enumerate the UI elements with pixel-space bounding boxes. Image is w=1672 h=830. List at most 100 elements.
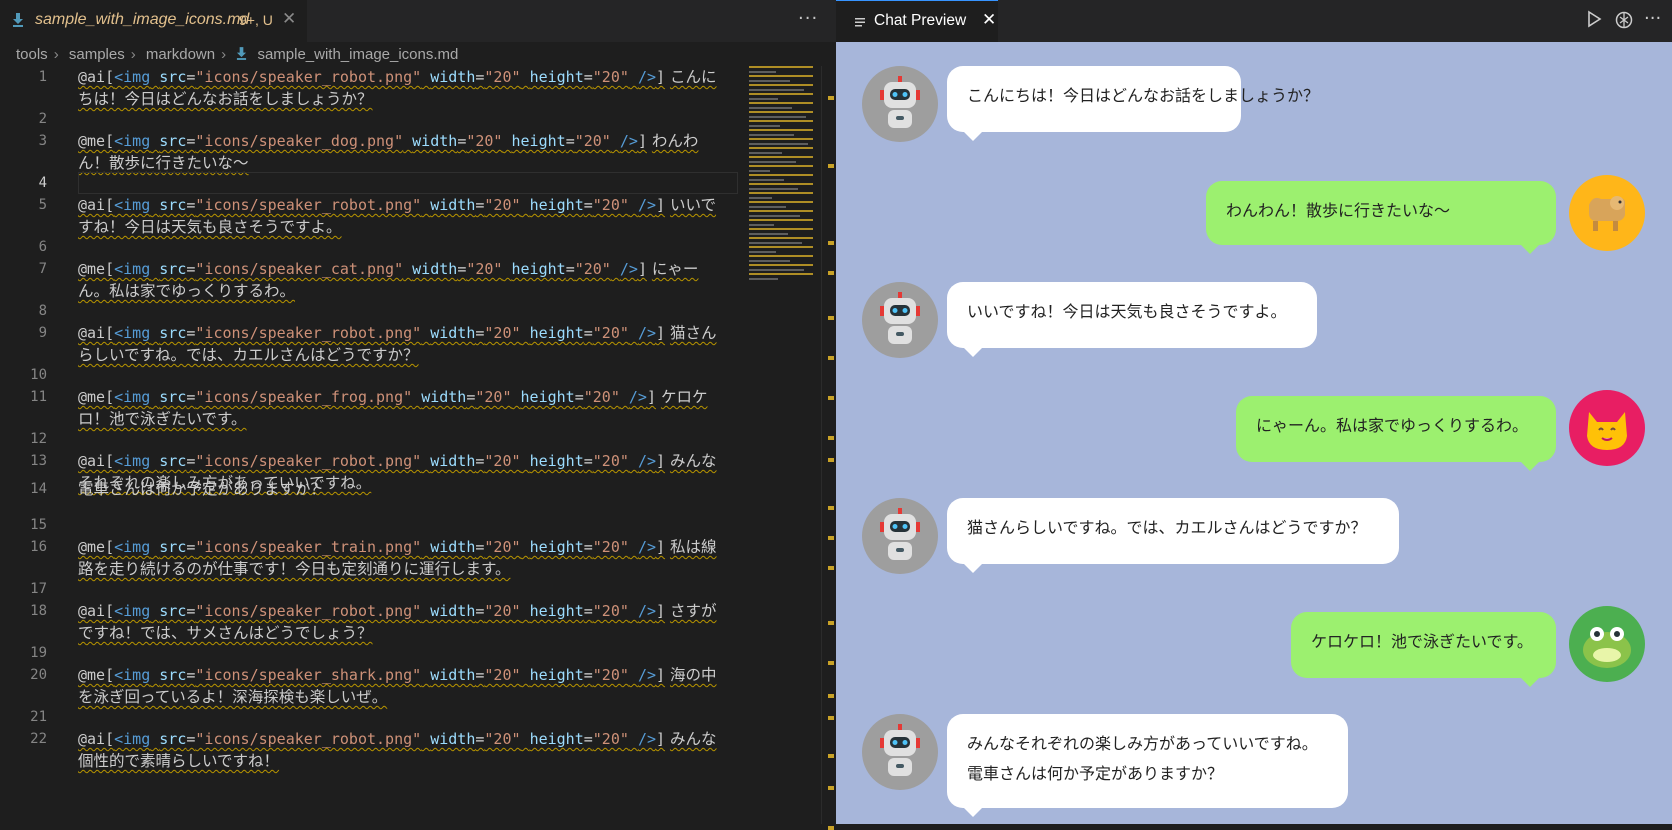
- tag-close: />: [619, 132, 638, 150]
- line-number: 18: [30, 603, 47, 619]
- chat-message-text: いいですね！今日は天気も良さそうですよ。: [967, 302, 1287, 321]
- tag-close: />: [637, 602, 656, 620]
- breadcrumb-item-file[interactable]: sample_with_image_icons.md: [257, 46, 458, 63]
- speaker-prefix: @me[: [78, 666, 115, 684]
- minimap-line: [749, 151, 782, 154]
- speaker-prefix: @ai[: [78, 68, 115, 86]
- attr-value: "20": [484, 68, 521, 86]
- line-number: 4: [38, 175, 47, 191]
- close-icon[interactable]: ✕: [282, 9, 296, 29]
- more-actions-icon[interactable]: ···: [798, 8, 818, 29]
- tag-name: <img: [114, 132, 151, 150]
- speaker-robot-icon: [862, 714, 938, 790]
- attr-value: "icons/speaker_robot.png": [195, 452, 422, 470]
- equals: =: [583, 730, 593, 748]
- chevron-right-icon: ›: [221, 46, 227, 63]
- chat-bubble-ai: いいですね！今日は天気も良さそうですよ。: [947, 282, 1317, 357]
- minimap-line: [749, 223, 774, 226]
- minimap-line: [749, 160, 796, 163]
- equals: =: [457, 260, 467, 278]
- tag-name: <img: [114, 260, 151, 278]
- close-icon[interactable]: ✕: [982, 10, 996, 30]
- attr-value: "20": [592, 538, 629, 556]
- vertical-scrollbar[interactable]: [821, 66, 836, 830]
- attr-name: height: [529, 666, 584, 684]
- code-line-text: @me[<img src = "icons/speaker_dog.png" wid…: [78, 130, 728, 174]
- line-number: 11: [30, 389, 47, 405]
- minimap-line: [749, 165, 813, 167]
- breadcrumb: tools › samples › markdown › sample_with_im…: [16, 46, 464, 66]
- bracket-close: ]: [656, 68, 666, 86]
- attr-value: "icons/speaker_robot.png": [195, 730, 422, 748]
- openai-icon[interactable]: [1614, 10, 1634, 34]
- attr-value: "20": [574, 132, 611, 150]
- attr-value: "20": [484, 538, 521, 556]
- breadcrumb-item[interactable]: markdown: [146, 46, 215, 63]
- tag-name: <img: [114, 538, 151, 556]
- message-text: 電車さんは何か予定がありますか？: [78, 480, 327, 498]
- breadcrumb-item[interactable]: samples: [69, 46, 125, 63]
- chat-message-text: 電車さんは何か予定がありますか？: [967, 764, 1224, 783]
- directive: @me[<img src = "icons/speaker_frog.png" wi…: [78, 388, 656, 406]
- minimap[interactable]: [745, 66, 819, 296]
- line-number: 15: [30, 517, 47, 533]
- attr-name: width: [430, 452, 476, 470]
- editor-pane[interactable]: sample_with_image_icons.md 9+, U ✕ ··· t…: [0, 0, 836, 830]
- tag-close: />: [637, 324, 656, 342]
- speaker-prefix: @me[: [78, 388, 115, 406]
- attr-name: src: [159, 602, 187, 620]
- editor-tab[interactable]: sample_with_image_icons.md 9+, U ✕: [0, 0, 307, 42]
- speaker-prefix: @ai[: [78, 196, 115, 214]
- bubble-tail: [963, 347, 983, 357]
- scrollbar-warning-marker: [828, 164, 834, 168]
- minimap-line: [749, 196, 772, 199]
- attr-value: "icons/speaker_robot.png": [195, 602, 422, 620]
- scrollbar-warning-marker: [828, 786, 834, 790]
- attr-name: height: [529, 538, 584, 556]
- attr-name: height: [529, 68, 584, 86]
- attr-value: "20": [592, 196, 629, 214]
- attr-value: "20": [466, 132, 503, 150]
- breadcrumb-item[interactable]: tools: [16, 46, 48, 63]
- minimap-line: [749, 147, 813, 149]
- scrollbar-warning-marker: [828, 566, 834, 570]
- tab-title: Chat Preview: [874, 12, 967, 29]
- minimap-line: [749, 214, 800, 217]
- minimap-line: [749, 66, 813, 68]
- line-number: 20: [30, 667, 47, 683]
- play-icon[interactable]: [1586, 10, 1602, 32]
- attr-value: "20": [574, 260, 611, 278]
- scrollbar-warning-marker: [828, 826, 834, 830]
- tab-problem-badge: 9+, U: [239, 12, 273, 28]
- minimap-line: [749, 228, 813, 230]
- code-area[interactable]: 1 @ai[<img src = "icons/speaker_robot.png" …: [0, 66, 745, 824]
- attr-value: "icons/speaker_train.png": [195, 538, 422, 556]
- more-actions-icon[interactable]: ···: [1644, 8, 1661, 29]
- line-number: 22: [30, 731, 47, 747]
- chat-message-text: みんなそれぞれの楽しみ方があっていいですね。: [967, 734, 1318, 753]
- speaker-robot-icon: [862, 282, 938, 358]
- attr-value: "icons/speaker_robot.png": [195, 68, 422, 86]
- equals: =: [565, 260, 575, 278]
- scrollbar-warning-marker: [828, 661, 834, 665]
- speaker-cat-icon: [1569, 390, 1645, 466]
- code-line-text: @ai[<img src = "icons/speaker_robot.png" w…: [78, 194, 728, 238]
- attr-value: "icons/speaker_frog.png": [195, 388, 413, 406]
- line-number: 21: [30, 709, 47, 725]
- speaker-prefix: @ai[: [78, 452, 115, 470]
- attr-value: "20": [484, 324, 521, 342]
- attr-value: "20": [484, 452, 521, 470]
- minimap-line: [749, 124, 780, 127]
- minimap-line: [749, 246, 813, 248]
- chat-preview-tab[interactable]: Chat Preview ✕: [836, 0, 998, 42]
- tag-close: />: [619, 260, 638, 278]
- equals: =: [583, 452, 593, 470]
- markdown-download-icon: [12, 12, 24, 31]
- minimap-line: [749, 75, 813, 77]
- line-number: 8: [38, 303, 47, 319]
- bubble-tail: [1520, 677, 1540, 687]
- speaker-frog-icon: [1569, 606, 1645, 682]
- minimap-line: [749, 70, 776, 73]
- attr-value: "20": [466, 260, 503, 278]
- minimap-line: [749, 192, 813, 194]
